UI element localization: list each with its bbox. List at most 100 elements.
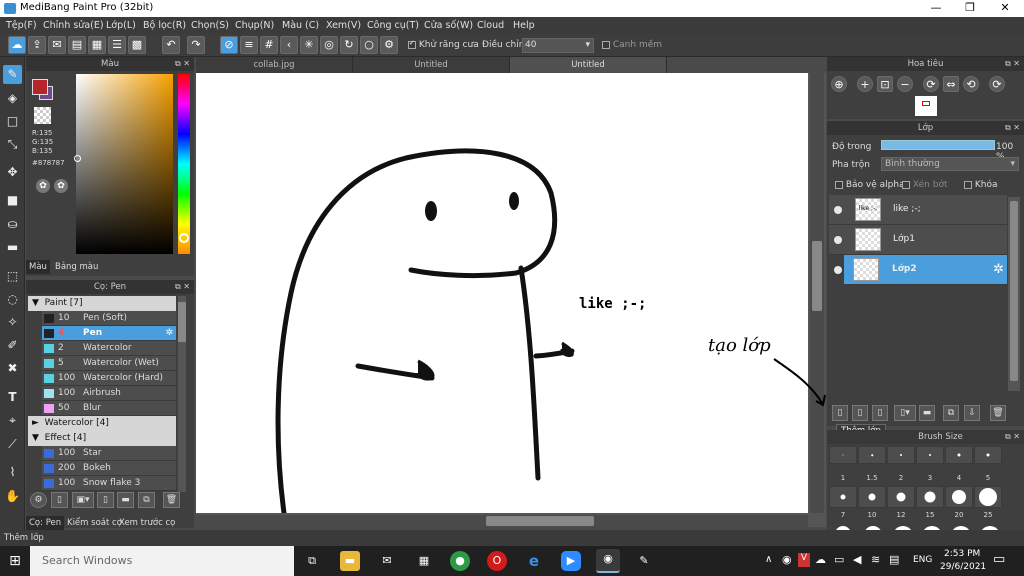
close-button[interactable]: ✕: [988, 0, 1022, 17]
divide-tool-icon[interactable]: ⟋: [3, 435, 22, 454]
brush-item[interactable]: 2 Watercolor: [42, 341, 176, 356]
select-tool-icon[interactable]: ⬚: [3, 267, 22, 286]
tray-app-icon[interactable]: ◉: [782, 553, 792, 566]
flip-icon[interactable]: ⇔: [943, 76, 959, 92]
brush-group-paint[interactable]: ▼ Paint [7]: [28, 296, 176, 311]
brush-size-option[interactable]: [974, 446, 1002, 464]
brush-size-option[interactable]: [916, 486, 944, 508]
brush-item[interactable]: 100 Watercolor (Hard): [42, 371, 176, 386]
copy-icon[interactable]: ⧉: [138, 492, 155, 508]
windows-start-icon[interactable]: ⊞: [0, 546, 30, 576]
tab-untitled-2[interactable]: Untitled: [510, 57, 667, 73]
battery-icon[interactable]: ▭: [834, 553, 844, 566]
tray-chevron-icon[interactable]: ∧: [765, 554, 772, 565]
folder-icon[interactable]: ▬: [117, 492, 134, 508]
minimize-button[interactable]: —: [919, 0, 953, 17]
menu-file[interactable]: Tệp(F): [6, 20, 37, 31]
brush-item[interactable]: 5 Watercolor (Wet): [42, 356, 176, 371]
brush-item[interactable]: 100 Star: [42, 446, 176, 461]
menu-capture[interactable]: Chụp(N): [235, 20, 274, 31]
opera-icon[interactable]: O: [487, 551, 507, 571]
edge-icon[interactable]: e: [524, 551, 544, 571]
color-picker-cursor[interactable]: [74, 155, 81, 162]
navigator-thumbnail[interactable]: [915, 96, 937, 116]
task-view-icon[interactable]: ⧉: [302, 551, 322, 571]
fit-icon[interactable]: ⊡: [877, 76, 893, 92]
medibang-taskbar-icon[interactable]: ◉: [596, 549, 620, 573]
tray-v-icon[interactable]: V: [798, 553, 810, 567]
store-icon[interactable]: ▦: [414, 551, 434, 571]
layer-folder-icon[interactable]: ▬: [919, 405, 935, 421]
eye-icon[interactable]: [834, 236, 842, 244]
brush-size-option[interactable]: [829, 446, 857, 464]
snap-curve-icon[interactable]: ↻: [340, 36, 358, 54]
select-eraser-tool-icon[interactable]: ✖: [3, 359, 22, 378]
layer-row[interactable]: like ;-; like ;-;: [829, 195, 1007, 225]
panel-menu-icon[interactable]: ⧉ ✕: [1005, 57, 1020, 71]
transform-tool-icon[interactable]: ⤡: [3, 135, 22, 154]
brush-size-option[interactable]: [945, 486, 973, 508]
hue-slider-handle[interactable]: [179, 233, 189, 243]
undo-icon[interactable]: ↶: [162, 36, 180, 54]
chrome-icon[interactable]: ●: [450, 551, 470, 571]
brush-size-option[interactable]: [829, 486, 857, 508]
brush-item-selected[interactable]: 4 Pen ✲: [42, 326, 176, 341]
dot-tool-icon[interactable]: □: [3, 112, 22, 131]
gear-icon[interactable]: ✲: [165, 326, 173, 341]
magic-wand-tool-icon[interactable]: ✧: [3, 313, 22, 332]
canvas-horizontal-scrollbar[interactable]: [196, 515, 808, 527]
move-tool-icon[interactable]: ✥: [3, 163, 22, 182]
brush-group-effect[interactable]: ▼ Effect [4]: [28, 431, 176, 446]
antialias-checkbox[interactable]: Khử răng cưa: [408, 40, 479, 50]
panel-menu-icon[interactable]: ⧉ ✕: [1005, 121, 1020, 135]
gear-icon[interactable]: ✲: [993, 262, 1004, 277]
brush-list-scrollbar[interactable]: [178, 296, 186, 492]
trash-icon[interactable]: 🗑: [163, 492, 180, 508]
new-8bit-layer-icon[interactable]: ▯: [872, 405, 888, 421]
onedrive-icon[interactable]: ☁: [815, 553, 826, 566]
menu-layer[interactable]: Lớp(L): [106, 20, 136, 31]
zoom-out-icon[interactable]: −: [897, 76, 913, 92]
notifications-icon[interactable]: ▭: [993, 552, 1005, 567]
zoom-app-icon[interactable]: ▶: [561, 551, 581, 571]
speaker-icon[interactable]: ◀: [853, 553, 861, 566]
cloud-icon[interactable]: ☁: [8, 36, 26, 54]
fill-rect-tool-icon[interactable]: ■: [3, 191, 22, 210]
eyedropper-tool-icon[interactable]: ⌇: [3, 463, 22, 482]
upload-icon[interactable]: ⇪: [28, 36, 46, 54]
brush-group-watercolor[interactable]: ► Watercolor [4]: [28, 416, 176, 431]
delete-layer-icon[interactable]: 🗑: [990, 405, 1006, 421]
operation-tool-icon[interactable]: ⌖: [3, 411, 22, 430]
lock-checkbox[interactable]: Khóa: [964, 180, 998, 190]
brush-size-option[interactable]: [916, 446, 944, 464]
main-color-swatch[interactable]: [32, 79, 48, 95]
lasso-tool-icon[interactable]: ◌: [3, 290, 22, 309]
brush-size-option[interactable]: [887, 446, 915, 464]
add-brush-menu-icon[interactable]: ▣▾: [72, 492, 94, 508]
rotate-icon[interactable]: ⟳: [923, 76, 939, 92]
rotate-right-icon[interactable]: ⟳: [989, 76, 1005, 92]
hue-slider[interactable]: [178, 74, 190, 254]
list-icon[interactable]: ☰: [108, 36, 126, 54]
text-tool-icon[interactable]: T: [3, 388, 22, 407]
snap-radial-icon[interactable]: ✳: [300, 36, 318, 54]
brush-settings-icon[interactable]: ⚙: [30, 492, 47, 508]
drawing-canvas[interactable]: like ;-;: [196, 73, 808, 516]
keyboard-icon[interactable]: ▤: [889, 553, 899, 566]
eye-icon[interactable]: [834, 266, 842, 274]
brush-size-option[interactable]: [858, 446, 886, 464]
menu-tools[interactable]: Công cụ(T): [367, 20, 419, 31]
document-icon[interactable]: ▦: [88, 36, 106, 54]
brush-item[interactable]: 50 Blur: [42, 401, 176, 416]
menu-cloud[interactable]: Cloud: [477, 20, 504, 31]
snap-grid-icon[interactable]: #: [260, 36, 278, 54]
menu-edit[interactable]: Chỉnh sửa(E): [43, 20, 104, 31]
brush-size-option[interactable]: [858, 486, 886, 508]
brush-size-option[interactable]: [887, 486, 915, 508]
opacity-slider[interactable]: [881, 140, 995, 150]
duplicate-layer-icon[interactable]: ⧉: [943, 405, 959, 421]
snap-parallel-icon[interactable]: ≡: [240, 36, 258, 54]
blend-select[interactable]: Bình thường ▾: [881, 157, 1019, 171]
grid-icon[interactable]: ▩: [128, 36, 146, 54]
menu-color[interactable]: Màu (C): [282, 20, 319, 31]
